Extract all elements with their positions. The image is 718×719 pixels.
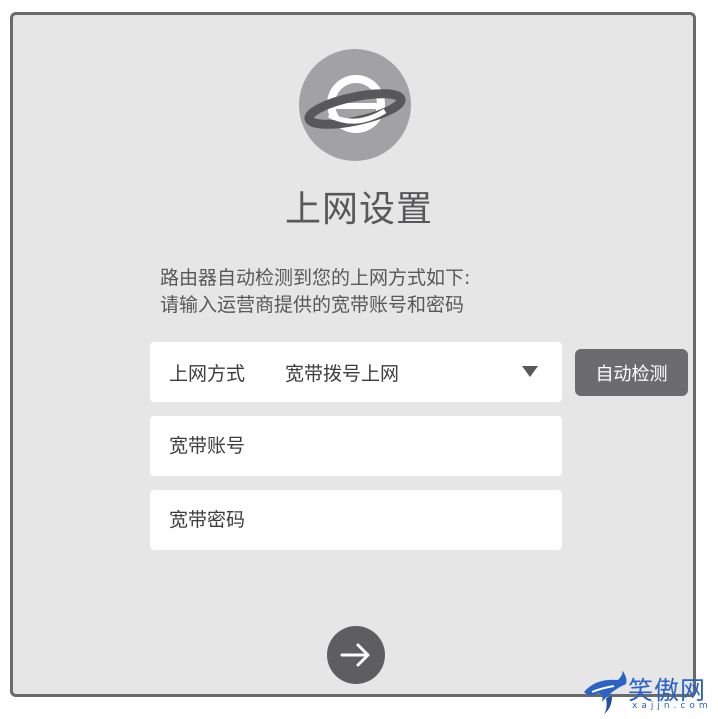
connection-type-value: 宽带拨号上网 xyxy=(285,362,400,385)
description-line-1: 路由器自动检测到您的上网方式如下: xyxy=(160,267,471,289)
broadband-password-input[interactable] xyxy=(150,490,562,550)
connection-type-label: 上网方式 xyxy=(169,362,246,385)
page-description: 路由器自动检测到您的上网方式如下: 请输入运营商提供的宽带账号和密码 xyxy=(160,265,470,319)
shark-logo-icon xyxy=(584,670,627,714)
broadband-account-input[interactable] xyxy=(150,416,562,476)
watermark: 笑傲网 xajjn.com xyxy=(582,668,718,715)
caret-down-icon[interactable] xyxy=(522,366,538,377)
description-line-2: 请输入运营商提供的宽带账号和密码 xyxy=(160,294,465,316)
auto-detect-button[interactable]: 自动检测 xyxy=(575,349,688,396)
connection-type-select[interactable]: 上网方式 宽带拨号上网 xyxy=(150,342,562,402)
page-title: 上网设置 xyxy=(284,189,433,230)
watermark-url: xajjn.com xyxy=(632,701,712,711)
planet-icon xyxy=(299,49,411,161)
account-field-container xyxy=(150,416,562,476)
arrow-right-icon xyxy=(340,643,370,667)
next-button[interactable] xyxy=(327,626,385,684)
password-field-container xyxy=(150,490,562,550)
